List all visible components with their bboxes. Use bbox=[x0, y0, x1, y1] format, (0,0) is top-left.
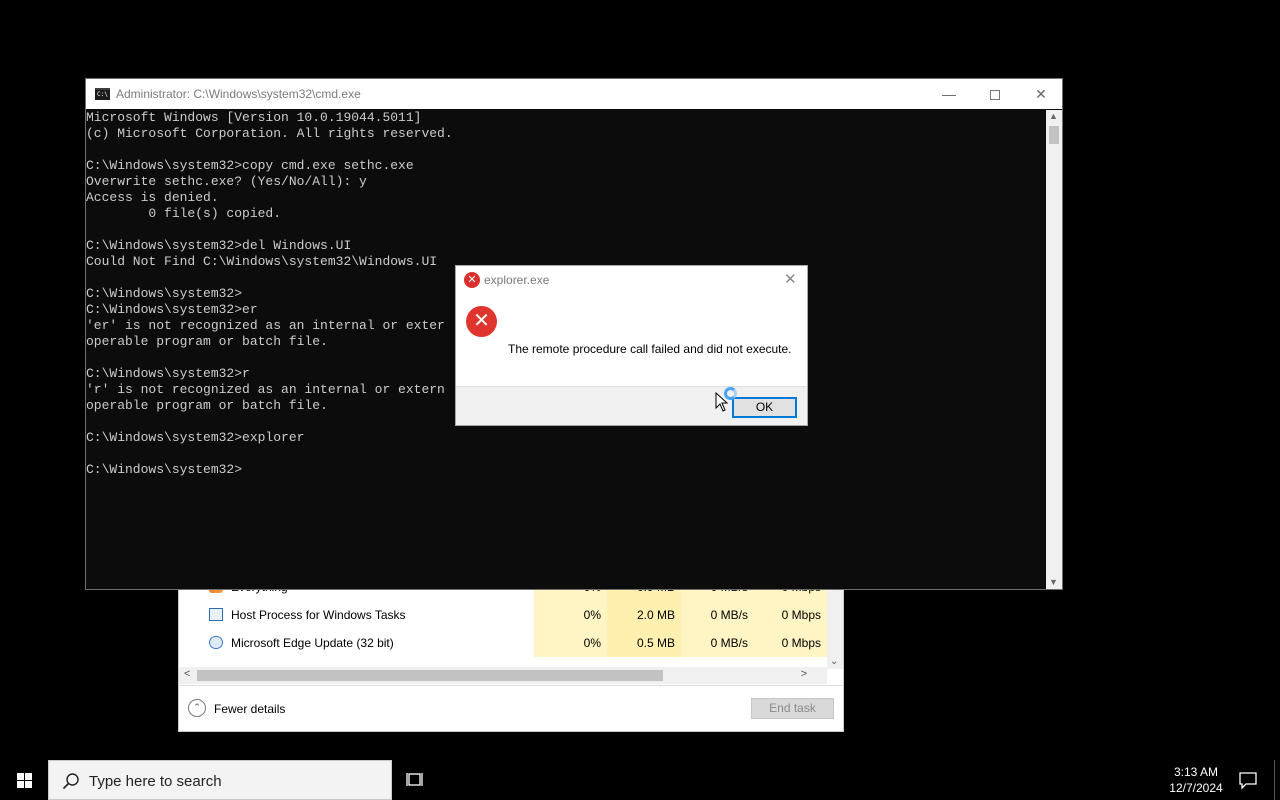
process-name: Host Process for Windows Tasks bbox=[231, 608, 406, 622]
windows-logo-icon bbox=[25, 773, 32, 780]
horizontal-scrollbar[interactable]: < > bbox=[179, 667, 827, 684]
scroll-right-icon[interactable]: > bbox=[801, 668, 807, 680]
console-line: C:\Windows\system32>explorer bbox=[86, 430, 305, 445]
network-cell: 0 Mbps bbox=[754, 629, 827, 657]
network-cell: 0 Mbps bbox=[754, 601, 827, 629]
dialog-message: The remote procedure call failed and did… bbox=[508, 342, 792, 356]
task-view-button[interactable] bbox=[400, 760, 432, 800]
cmd-titlebar[interactable]: C:\ Administrator: C:\Windows\system32\c… bbox=[86, 79, 1062, 109]
memory-cell: 2.0 MB bbox=[607, 601, 681, 629]
taskbar: Type here to search 3:13 AM 12/7/2024 bbox=[0, 760, 1280, 800]
clock-time: 3:13 AM bbox=[1173, 765, 1219, 779]
console-line: Overwrite sethc.exe? (Yes/No/All): y bbox=[86, 174, 367, 189]
dialog-footer: OK bbox=[456, 386, 807, 425]
dialog-title: explorer.exe bbox=[484, 273, 550, 287]
task-manager-footer: ⌃ Fewer details End task bbox=[179, 685, 843, 731]
table-row[interactable]: Host Process for Windows Tasks 0% 2.0 MB… bbox=[179, 601, 827, 629]
error-small-icon: ✕ bbox=[464, 272, 480, 288]
task-manager-window: Everything 0% 0.9 MB 0 MB/s 0 Mbps Host … bbox=[178, 570, 844, 732]
console-line: (c) Microsoft Corporation. All rights re… bbox=[86, 126, 453, 141]
dialog-titlebar[interactable]: ✕ explorer.exe ✕ bbox=[456, 266, 807, 294]
close-button[interactable]: ✕ bbox=[1018, 79, 1064, 109]
scroll-down-icon[interactable]: ⌄ bbox=[830, 656, 838, 667]
ok-button[interactable]: OK bbox=[732, 397, 797, 418]
notification-center-icon[interactable] bbox=[1237, 769, 1259, 791]
edge-update-icon bbox=[209, 636, 223, 649]
fewer-details-link[interactable]: Fewer details bbox=[214, 702, 285, 716]
show-desktop-button[interactable] bbox=[1274, 760, 1275, 800]
error-dialog: ✕ explorer.exe ✕ ✕ The remote procedure … bbox=[455, 265, 808, 426]
error-icon: ✕ bbox=[466, 306, 497, 337]
search-placeholder: Type here to search bbox=[89, 773, 222, 790]
scroll-down-icon[interactable]: ▼ bbox=[1049, 577, 1058, 587]
console-line: C:\Windows\system32>copy cmd.exe sethc.e… bbox=[86, 158, 414, 173]
scrollbar-thumb[interactable] bbox=[197, 670, 663, 681]
scroll-up-icon[interactable]: ▲ bbox=[1049, 111, 1058, 121]
table-row[interactable]: Microsoft Edge Update (32 bit) 0% 0.5 MB… bbox=[179, 629, 827, 657]
clock-date: 12/7/2024 bbox=[1169, 781, 1223, 795]
windows-logo-icon bbox=[25, 781, 32, 788]
host-process-icon bbox=[209, 608, 223, 621]
start-button[interactable] bbox=[0, 760, 48, 800]
disk-cell: 0 MB/s bbox=[681, 601, 754, 629]
scroll-left-icon[interactable]: < bbox=[184, 668, 190, 680]
console-line: 0 file(s) copied. bbox=[86, 206, 282, 221]
chevron-up-icon[interactable]: ⌃ bbox=[188, 699, 206, 717]
busy-spinner-icon bbox=[724, 387, 737, 400]
console-line: C:\Windows\system32> bbox=[86, 462, 243, 477]
maximize-button[interactable] bbox=[972, 79, 1018, 109]
maximize-icon bbox=[990, 90, 1000, 101]
cmd-app-icon: C:\ bbox=[95, 88, 110, 100]
cpu-cell: 0% bbox=[534, 629, 607, 657]
process-name: Microsoft Edge Update (32 bit) bbox=[231, 636, 394, 650]
console-line: Microsoft Windows [Version 10.0.19044.50… bbox=[86, 110, 422, 125]
console-line: Access is denied. bbox=[86, 190, 219, 205]
windows-logo-icon bbox=[17, 773, 24, 780]
window-title: Administrator: C:\Windows\system32\cmd.e… bbox=[116, 87, 361, 101]
end-task-button[interactable]: End task bbox=[751, 698, 834, 719]
cpu-cell: 0% bbox=[534, 601, 607, 629]
console-line: C:\Windows\system32>del Windows.UI bbox=[86, 238, 352, 253]
disk-cell: 0 MB/s bbox=[681, 629, 754, 657]
minimize-button[interactable]: — bbox=[926, 79, 972, 109]
search-box[interactable]: Type here to search bbox=[48, 760, 392, 800]
vertical-scrollbar[interactable]: ▲ ▼ bbox=[1046, 110, 1062, 589]
close-icon[interactable]: ✕ bbox=[784, 270, 797, 288]
memory-cell: 0.5 MB bbox=[607, 629, 681, 657]
windows-logo-icon bbox=[17, 781, 24, 788]
clock[interactable]: 3:13 AM 12/7/2024 bbox=[1160, 764, 1232, 796]
scrollbar-thumb[interactable] bbox=[1049, 126, 1059, 144]
search-icon bbox=[62, 773, 79, 790]
